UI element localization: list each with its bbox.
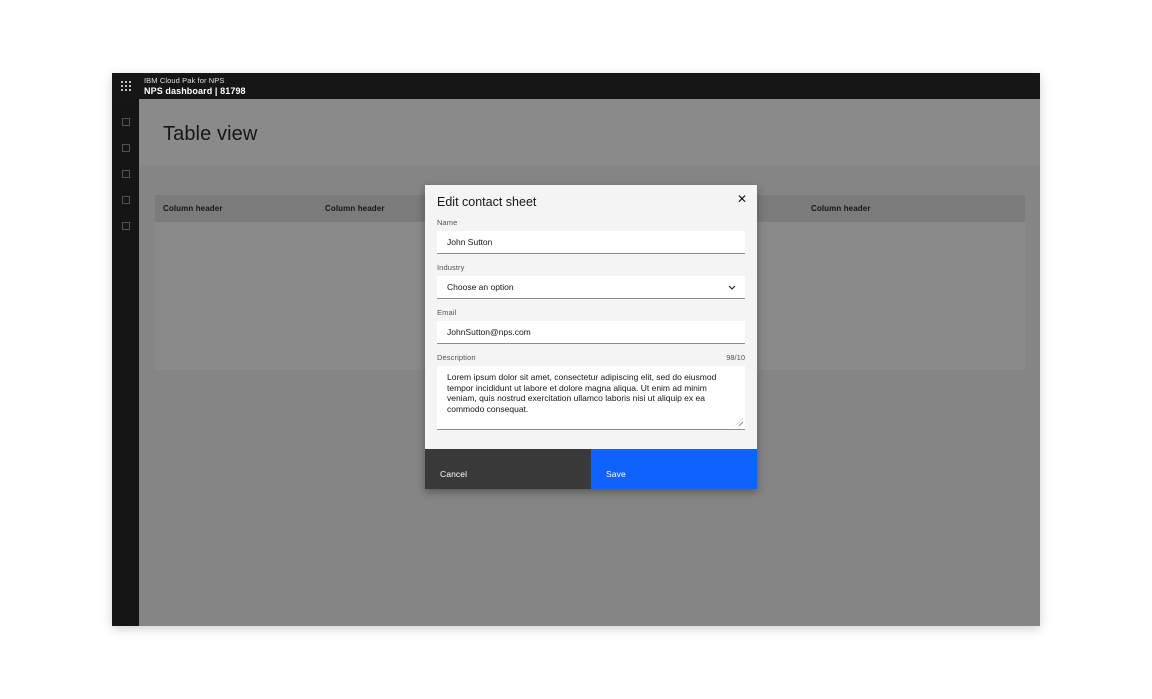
modal-title: Edit contact sheet [437,195,725,209]
description-textarea[interactable]: Lorem ipsum dolor sit amet, consectetur … [437,366,745,430]
name-label: Name [437,218,745,227]
cancel-button[interactable]: Cancel [425,449,591,489]
description-label: Description [437,353,476,362]
email-input[interactable] [437,321,745,344]
chevron-down-icon [728,285,736,290]
name-field-group: Name [437,218,745,254]
industry-dropdown-value: Choose an option [447,282,514,292]
description-field-group: Description 98/10 Lorem ipsum dolor sit … [437,353,745,430]
close-icon[interactable]: ✕ [732,189,752,209]
industry-label: Industry [437,263,745,272]
app-switcher-icon [121,81,131,91]
email-label: Email [437,308,745,317]
industry-field-group: Industry Choose an option [437,263,745,299]
header-titles: IBM Cloud Pak for NPS NPS dashboard | 81… [144,77,246,96]
name-input[interactable] [437,231,745,254]
character-counter: 98/10 [726,353,745,362]
app-title-label: NPS dashboard | 81798 [144,87,246,96]
save-button[interactable]: Save [591,449,757,489]
app-switcher-button[interactable] [112,73,139,99]
app-window: IBM Cloud Pak for NPS NPS dashboard | 81… [112,73,1040,626]
description-textarea-wrap: Lorem ipsum dolor sit amet, consectetur … [437,366,745,430]
product-line-label: IBM Cloud Pak for NPS [144,77,246,85]
description-label-row: Description 98/10 [437,353,745,362]
email-field-group: Email [437,308,745,344]
modal-footer: Cancel Save [425,449,757,489]
edit-contact-sheet-modal: Edit contact sheet ✕ Name Industry Choos… [425,185,757,489]
industry-dropdown[interactable]: Choose an option [437,276,745,299]
app-header: IBM Cloud Pak for NPS NPS dashboard | 81… [112,73,1040,99]
